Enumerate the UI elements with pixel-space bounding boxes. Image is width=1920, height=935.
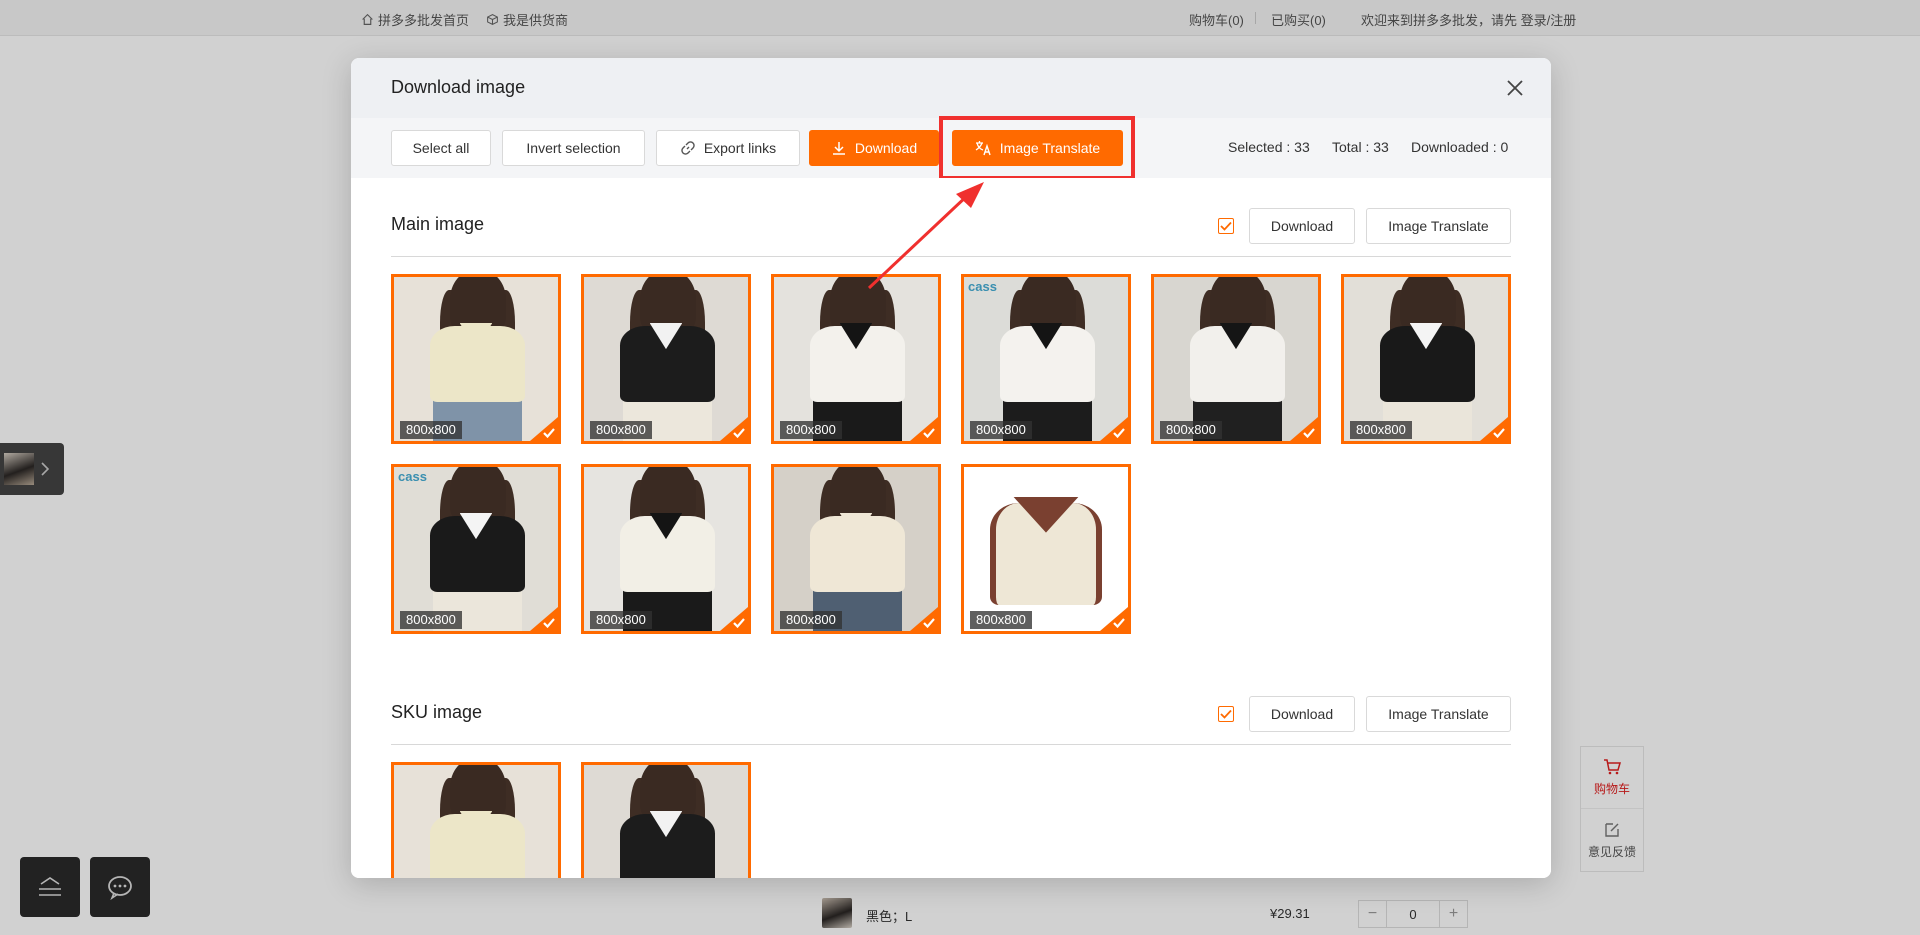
- export-links-label: Export links: [703, 140, 777, 156]
- check-icon: [923, 618, 935, 629]
- product-photo: [964, 467, 1128, 631]
- check-icon: [543, 618, 555, 629]
- download-icon: [832, 142, 845, 155]
- image-thumbnail[interactable]: 800x800: [771, 274, 941, 444]
- sku-image-title: SKU image: [391, 702, 483, 722]
- product-photo: [774, 277, 938, 441]
- product-photo: [584, 765, 748, 878]
- product-photo: [584, 277, 748, 441]
- check-icon: [923, 428, 935, 439]
- close-icon[interactable]: [1503, 76, 1527, 100]
- main-image-translate-button[interactable]: Image Translate: [1366, 208, 1511, 244]
- select-all-button[interactable]: Select all: [391, 130, 491, 166]
- image-thumbnail[interactable]: 800x800: [581, 464, 751, 634]
- check-icon: [1113, 618, 1125, 629]
- brand-watermark: cass: [968, 279, 997, 294]
- product-photo: [964, 277, 1128, 441]
- main-image-checkbox[interactable]: [1218, 218, 1234, 234]
- image-size-label: 800x800: [590, 421, 652, 439]
- image-thumbnail[interactable]: 800x800: [1151, 274, 1321, 444]
- check-icon: [543, 428, 555, 439]
- link-icon: [681, 141, 695, 155]
- image-thumbnail[interactable]: 800x800: [961, 464, 1131, 634]
- image-size-label: 800x800: [970, 611, 1032, 629]
- sku-image-checkbox[interactable]: [1218, 706, 1234, 722]
- product-photo: [1344, 277, 1508, 441]
- image-size-label: 800x800: [400, 421, 462, 439]
- sku-download-button[interactable]: Download: [1249, 696, 1355, 732]
- product-photo: [394, 765, 558, 878]
- main-image-title: Main image: [391, 214, 485, 234]
- product-photo: [584, 467, 748, 631]
- image-size-label: 800x800: [970, 421, 1032, 439]
- image-thumbnail[interactable]: 800x800: [771, 464, 941, 634]
- image-size-label: 800x800: [1160, 421, 1222, 439]
- image-translate-label: Image Translate: [999, 140, 1101, 156]
- downloaded-count: Downloaded : 0: [1411, 139, 1509, 155]
- selected-count: Selected : 33: [1228, 139, 1310, 155]
- download-button[interactable]: Download: [809, 130, 939, 166]
- product-photo: [394, 467, 558, 631]
- brand-watermark: cass: [398, 469, 427, 484]
- image-thumbnail[interactable]: cass 800x800: [961, 274, 1131, 444]
- dialog-header: Download image: [351, 58, 1551, 118]
- image-translate-button[interactable]: Image Translate: [952, 130, 1123, 166]
- image-size-label: 800x800: [400, 611, 462, 629]
- image-size-label: 800x800: [780, 611, 842, 629]
- sku-image-translate-button[interactable]: Image Translate: [1366, 696, 1511, 732]
- download-image-dialog: Download image Select all Invert selecti…: [351, 58, 1551, 878]
- check-icon: [1493, 428, 1505, 439]
- dialog-content: Main image Download Image Translate SKU …: [351, 178, 1551, 878]
- image-thumbnail[interactable]: [581, 762, 751, 878]
- product-photo: [394, 277, 558, 441]
- main-download-button[interactable]: Download: [1249, 208, 1355, 244]
- check-icon: [733, 618, 745, 629]
- image-thumbnail[interactable]: 800x800: [1341, 274, 1511, 444]
- section-divider: [391, 744, 1511, 745]
- image-thumbnail[interactable]: cass 800x800: [391, 464, 561, 634]
- total-count: Total : 33: [1332, 139, 1389, 155]
- dialog-title: Download image: [391, 77, 526, 97]
- image-size-label: 800x800: [590, 611, 652, 629]
- image-thumbnail[interactable]: [391, 762, 561, 878]
- invert-selection-button[interactable]: Invert selection: [502, 130, 645, 166]
- product-photo: [774, 467, 938, 631]
- check-icon: [1220, 221, 1232, 231]
- product-photo: [1154, 277, 1318, 441]
- check-icon: [1113, 428, 1125, 439]
- image-thumbnail[interactable]: 800x800: [391, 274, 561, 444]
- section-divider: [391, 256, 1511, 257]
- check-icon: [733, 428, 745, 439]
- download-label: Download: [854, 140, 918, 156]
- translate-icon: [975, 141, 991, 156]
- dialog-toolbar: Select all Invert selection Export links…: [351, 118, 1551, 178]
- image-thumbnail[interactable]: 800x800: [581, 274, 751, 444]
- check-icon: [1220, 709, 1232, 719]
- check-icon: [1303, 428, 1315, 439]
- image-size-label: 800x800: [780, 421, 842, 439]
- image-size-label: 800x800: [1350, 421, 1412, 439]
- export-links-button[interactable]: Export links: [656, 130, 800, 166]
